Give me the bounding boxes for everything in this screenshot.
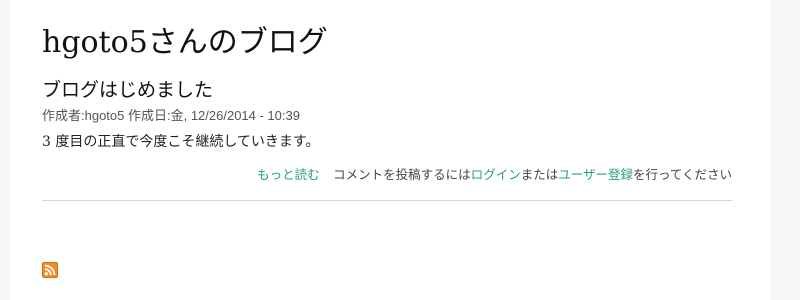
rss-feed-icon[interactable] <box>42 262 58 278</box>
post-title[interactable]: ブログはじめました <box>42 78 742 102</box>
read-more-link[interactable]: もっと読む <box>257 168 320 182</box>
post-links: もっと読む コメントを投稿するにはログインまたはユーザー登録を行ってください <box>42 166 732 201</box>
or-text: または <box>520 168 559 182</box>
blog-post: ブログはじめました 作成者:hgoto5 作成日:金, 12/26/2014 -… <box>42 78 742 201</box>
post-body: 3 度目の正直で今度こそ継続していきます。 <box>42 134 320 150</box>
register-link[interactable]: ユーザー登録 <box>558 168 633 182</box>
comment-suffix-text: を行ってください <box>632 168 732 182</box>
post-meta: 作成者:hgoto5 作成日:金, 12/26/2014 - 10:39 <box>42 108 300 123</box>
comment-prefix-text: コメントを投稿するには <box>333 168 471 182</box>
blog-page: hgoto5さんのブログ ブログはじめました 作成者:hgoto5 作成日:金,… <box>10 0 770 300</box>
login-link[interactable]: ログイン <box>471 168 521 182</box>
rss-icon <box>42 262 58 278</box>
blog-title: hgoto5さんのブログ <box>42 25 328 60</box>
